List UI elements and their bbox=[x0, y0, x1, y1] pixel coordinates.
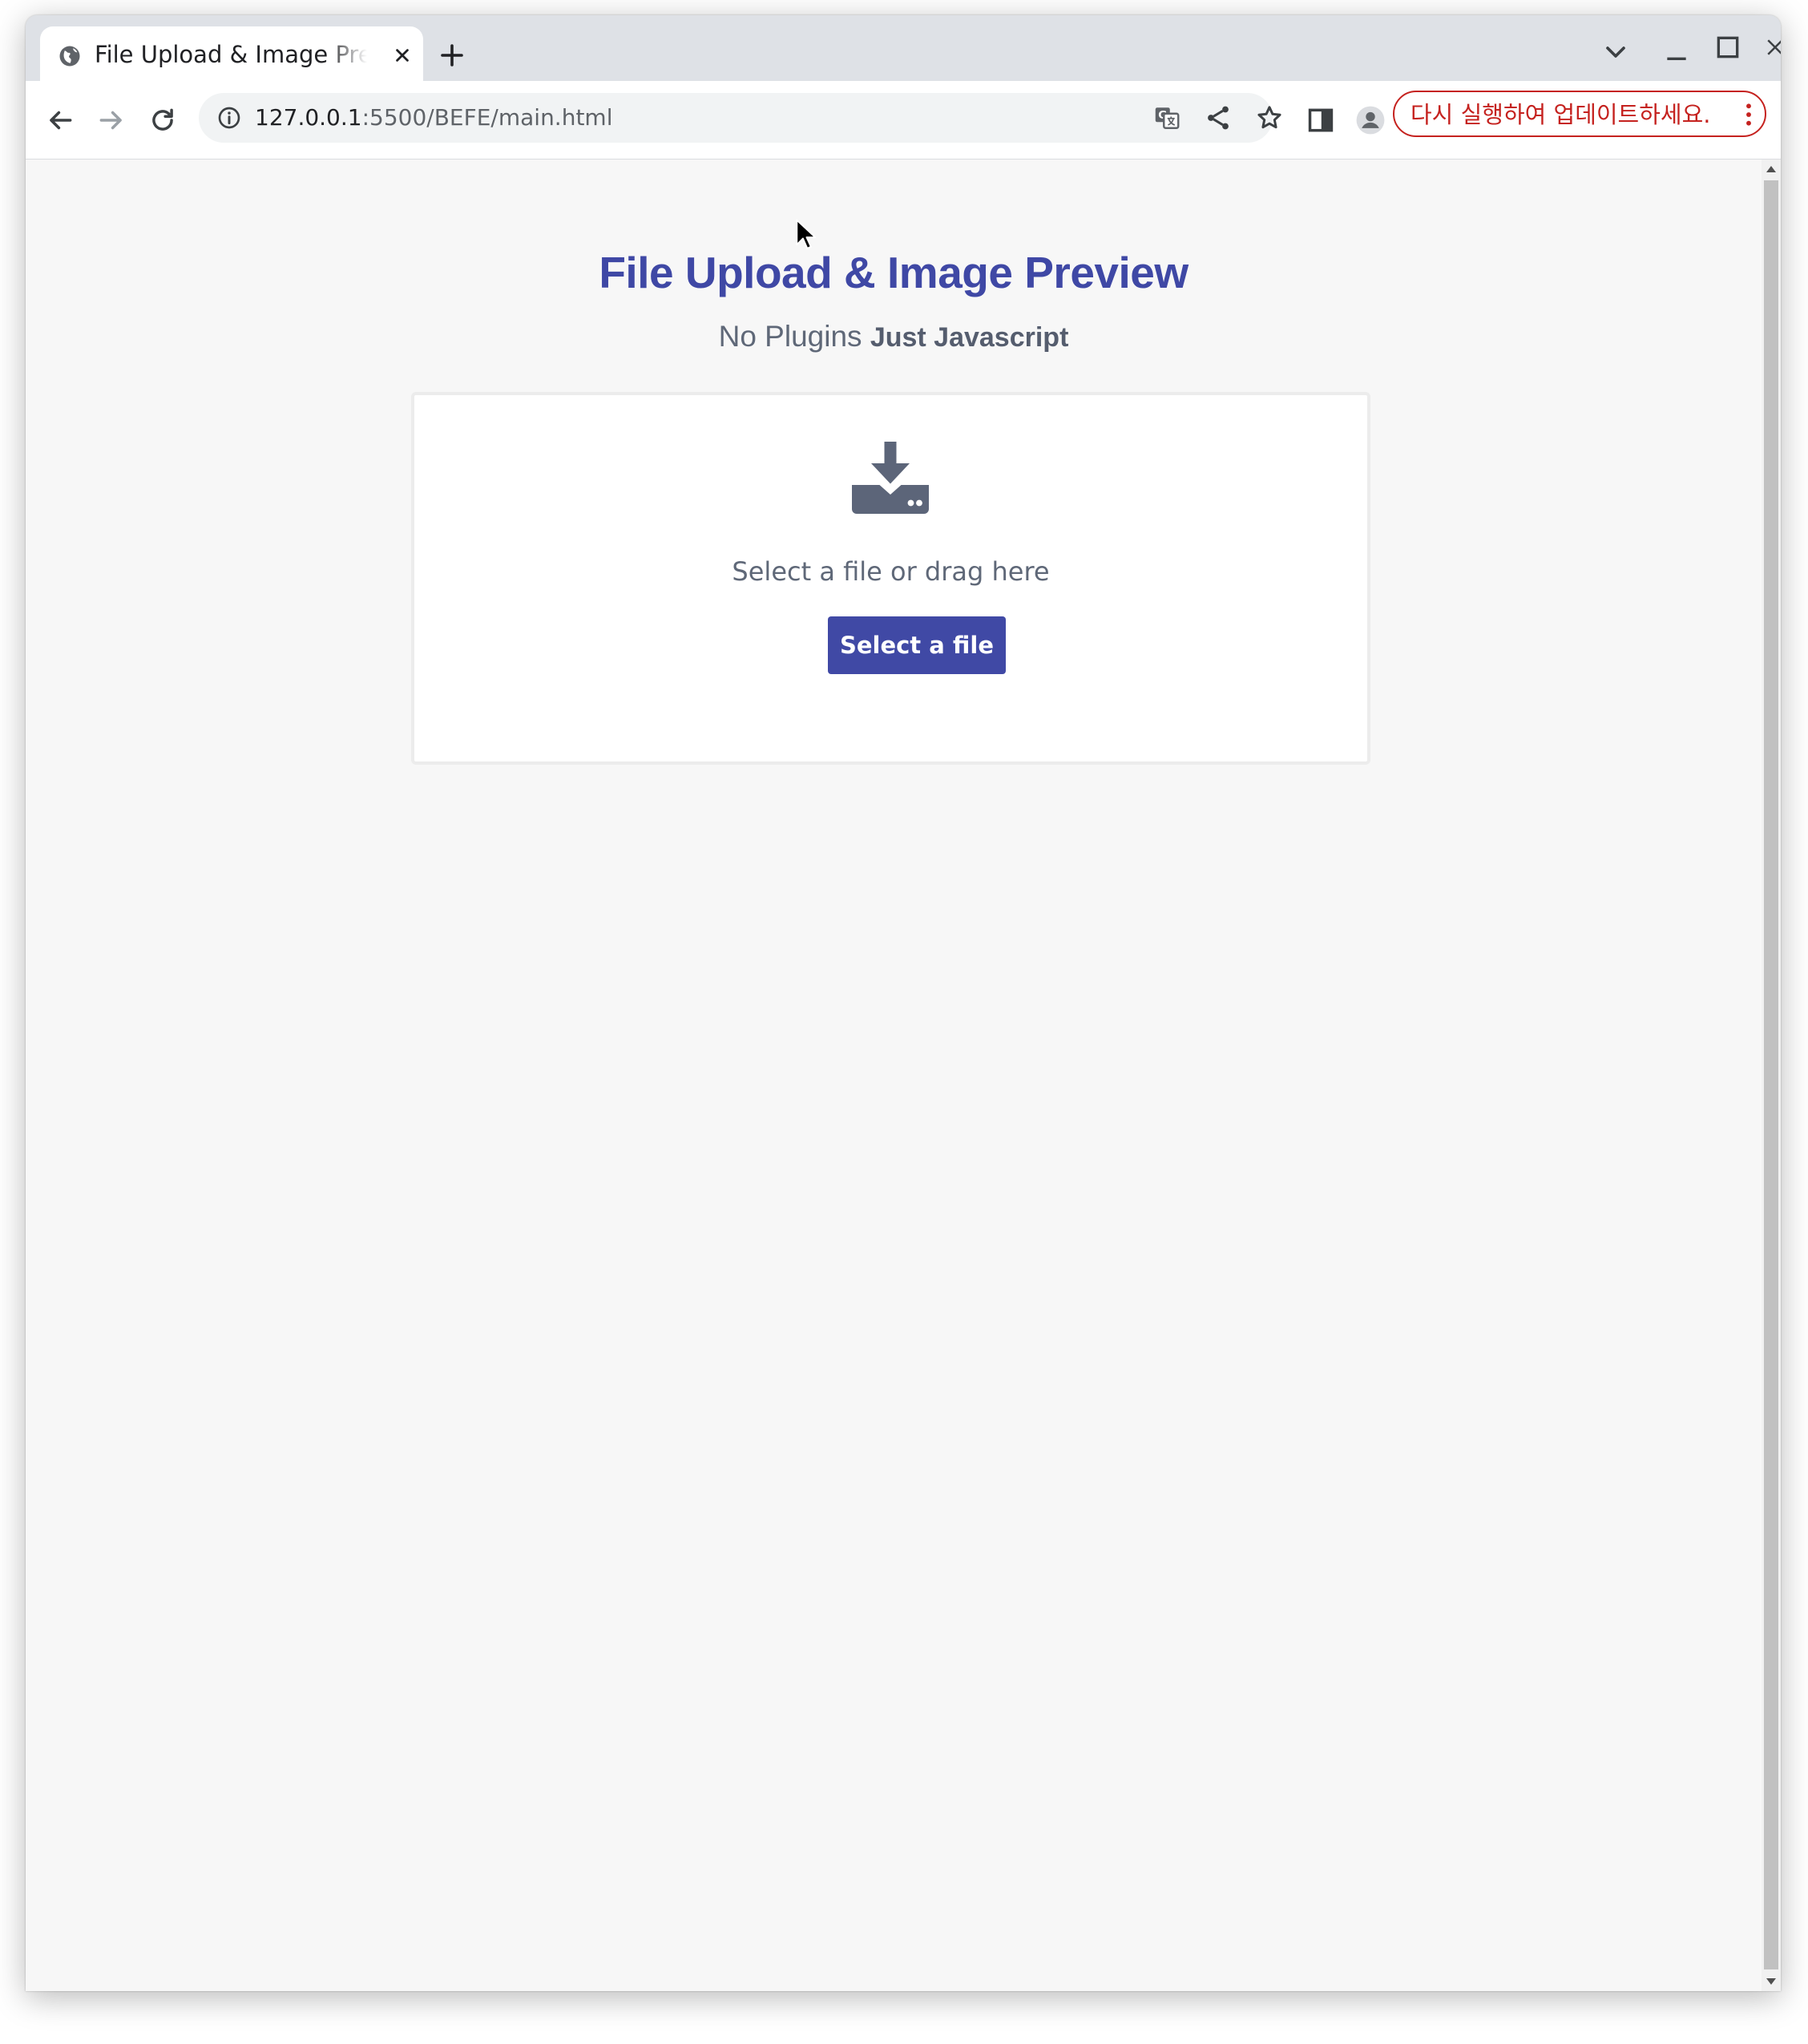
page-viewport: File Upload & Image Preview No Plugins J… bbox=[26, 160, 1762, 1991]
profile-icon[interactable] bbox=[1355, 105, 1386, 135]
globe-icon bbox=[59, 46, 80, 67]
kebab-menu-icon[interactable] bbox=[1744, 102, 1754, 127]
page-subtitle: No Plugins Just Javascript bbox=[26, 318, 1762, 356]
browser-toolbar: 127.0.0.1:5500/BEFE/main.html G 다시 실행하여 … bbox=[26, 81, 1781, 160]
minimize-icon[interactable] bbox=[1661, 36, 1693, 68]
scroll-down-arrow[interactable] bbox=[1766, 1978, 1776, 1985]
reload-icon[interactable] bbox=[147, 105, 178, 135]
close-window-icon[interactable] bbox=[1763, 31, 1781, 63]
maximize-icon[interactable] bbox=[1712, 31, 1744, 63]
url-text[interactable]: 127.0.0.1:5500/BEFE/main.html bbox=[255, 103, 613, 133]
download-tray-icon bbox=[852, 442, 929, 514]
update-button[interactable]: 다시 실행하여 업데이트하세요. bbox=[1393, 91, 1766, 137]
forward-arrow-icon[interactable] bbox=[96, 105, 127, 135]
url-path: :5500/BEFE/main.html bbox=[361, 104, 613, 131]
tab-title: File Upload & Image Preview bbox=[95, 41, 367, 68]
star-icon[interactable] bbox=[1255, 103, 1284, 132]
browser-window: File Upload & Image Preview bbox=[26, 15, 1781, 1991]
subtitle-bold: Just Javascript bbox=[870, 322, 1069, 353]
plus-icon[interactable] bbox=[438, 41, 466, 70]
update-label: 다시 실행하여 업데이트하세요. bbox=[1410, 101, 1711, 128]
file-drop-zone[interactable]: Select a file or drag here Select a file bbox=[411, 392, 1370, 765]
info-icon[interactable] bbox=[216, 105, 242, 131]
scroll-thumb[interactable] bbox=[1764, 180, 1778, 1969]
vertical-scrollbar[interactable] bbox=[1762, 160, 1781, 1991]
tab-strip: File Upload & Image Preview bbox=[26, 15, 1781, 81]
address-bar[interactable]: 127.0.0.1:5500/BEFE/main.html G bbox=[199, 93, 1281, 143]
mouse-cursor-icon bbox=[796, 219, 816, 249]
chevron-down-icon[interactable] bbox=[1600, 36, 1632, 68]
upload-prompt: Select a file or drag here bbox=[732, 556, 1050, 587]
translate-icon[interactable]: G bbox=[1152, 103, 1181, 132]
page-title: File Upload & Image Preview bbox=[599, 248, 1189, 297]
close-icon[interactable] bbox=[391, 44, 414, 67]
subtitle-plain: No Plugins bbox=[718, 320, 862, 353]
url-host: 127.0.0.1 bbox=[255, 104, 362, 131]
side-panel-icon[interactable] bbox=[1306, 105, 1336, 135]
scroll-up-arrow[interactable] bbox=[1766, 166, 1776, 172]
share-icon[interactable] bbox=[1204, 103, 1233, 132]
back-arrow-icon[interactable] bbox=[45, 105, 75, 135]
select-file-button[interactable]: Select a file bbox=[828, 616, 1006, 674]
browser-tab[interactable]: File Upload & Image Preview bbox=[40, 26, 423, 81]
